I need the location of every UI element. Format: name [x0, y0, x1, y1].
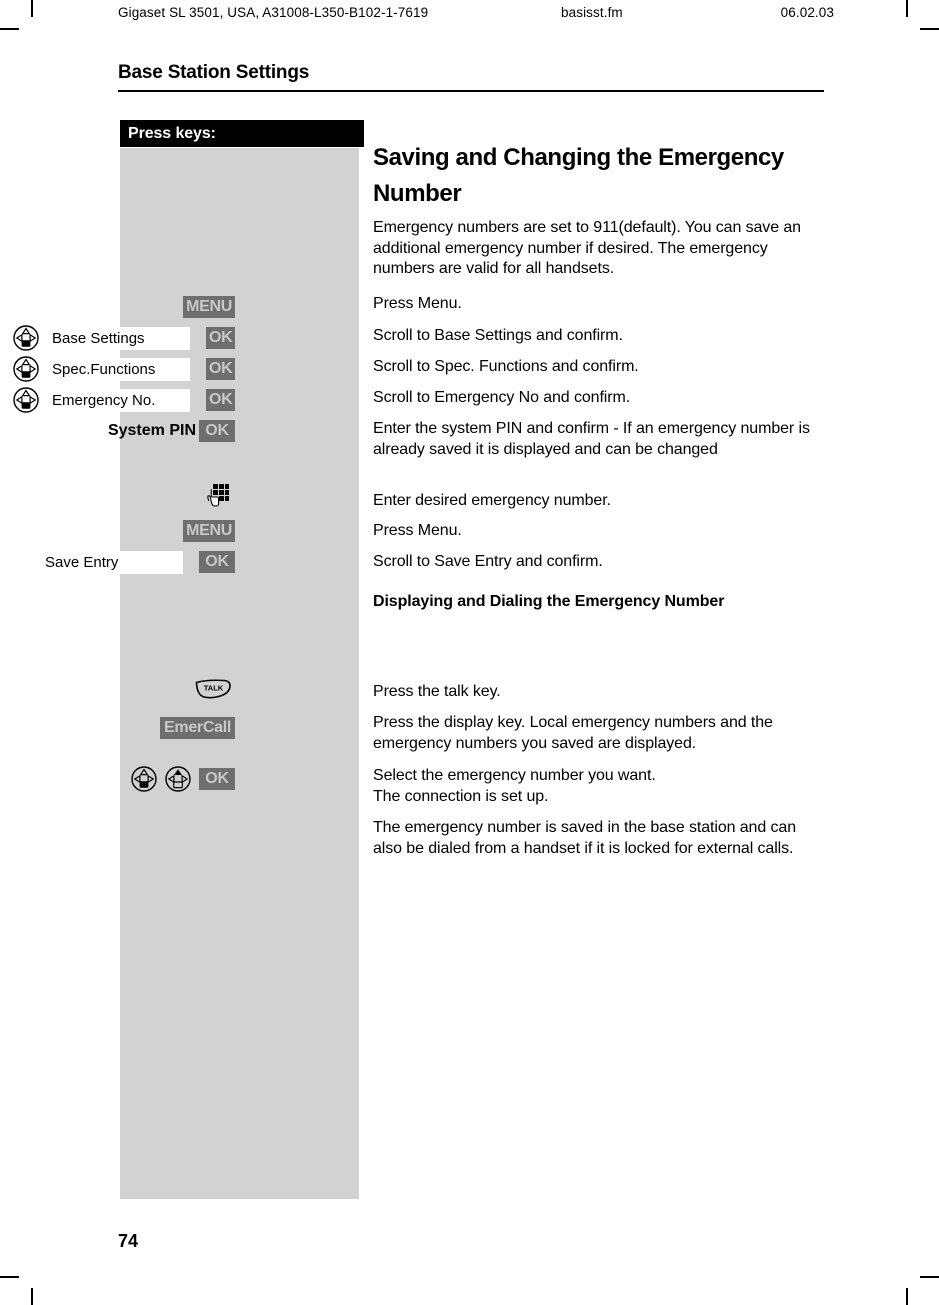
- step-text-press-menu: Press Menu.: [373, 295, 462, 312]
- crop-mark-bottom-right-horizontal: [920, 1276, 939, 1278]
- page-number: 74: [118, 1231, 139, 1251]
- menu-entry-emergency-no[interactable]: Emergency No.: [45, 388, 190, 412]
- keypad-icon[interactable]: [206, 483, 230, 509]
- crop-mark-bottom-right-vertical: [906, 1288, 908, 1305]
- key-row-enter-number: [0, 483, 239, 509]
- key-row-save-entry: Save Entry OK: [0, 549, 239, 575]
- crop-mark-top-left-horizontal: [0, 28, 19, 30]
- system-pin-label: System PIN: [107, 422, 196, 439]
- ok-softkey[interactable]: OK: [199, 551, 235, 573]
- section-heading-displaying: Displaying and Dialing the Emergency Num…: [373, 593, 725, 610]
- ok-softkey[interactable]: OK: [199, 420, 235, 442]
- emercall-softkey[interactable]: EmerCall: [160, 717, 235, 739]
- step-text-enter-number: Enter desired emergency number.: [373, 492, 611, 509]
- key-row-base-settings: Base Settings OK: [0, 325, 239, 351]
- key-row-press-menu: MENU: [0, 294, 239, 320]
- key-row-select-number: OK: [0, 766, 239, 792]
- step-text-saved-in-base: The emergency number is saved in the bas…: [373, 819, 796, 857]
- menu-entry-save-entry[interactable]: Save Entry: [38, 550, 183, 574]
- nav-key-icon[interactable]: [13, 325, 39, 351]
- key-row-press-menu-2: MENU: [0, 518, 239, 544]
- ok-softkey[interactable]: OK: [206, 389, 236, 411]
- step-text-base-settings: Scroll to Base Settings and confirm.: [373, 327, 623, 344]
- crop-mark-top-right-vertical: [906, 0, 908, 17]
- menu-softkey[interactable]: MENU: [183, 520, 235, 542]
- step-text-display-key: Press the display key. Local emergency n…: [373, 714, 773, 752]
- key-row-talk-key: TALK: [0, 678, 239, 704]
- step-text-select-number: Select the emergency number you want. Th…: [373, 767, 656, 805]
- key-row-system-pin: System PIN OK: [0, 418, 239, 444]
- ok-softkey[interactable]: OK: [199, 768, 235, 790]
- main-content: Saving and Changing the Emergency Number…: [373, 140, 825, 280]
- running-head-document-id: Gigaset SL 3501, USA, A31008-L350-B102-1…: [118, 5, 429, 20]
- crop-mark-bottom-left-vertical: [31, 1288, 33, 1305]
- key-row-emergency-no: Emergency No. OK: [0, 387, 239, 413]
- step-text-spec-functions: Scroll to Spec. Functions and confirm.: [373, 358, 639, 375]
- menu-entry-base-settings[interactable]: Base Settings: [45, 326, 190, 350]
- menu-softkey[interactable]: MENU: [183, 296, 235, 318]
- running-head-date: 06.02.03: [780, 5, 834, 20]
- crop-mark-top-right-horizontal: [920, 28, 939, 30]
- nav-key-icon[interactable]: [131, 766, 157, 792]
- chapter-title: Base Station Settings: [118, 62, 310, 83]
- step-text-talk-key: Press the talk key.: [373, 683, 501, 700]
- nav-key-up-icon[interactable]: [165, 766, 191, 792]
- section-heading-saving: Saving and Changing the Emergency Number: [373, 144, 784, 207]
- chapter-title-rule: [118, 90, 824, 92]
- press-keys-header: Press keys:: [120, 120, 364, 147]
- nav-key-icon[interactable]: [13, 387, 39, 413]
- step-text-emergency-no: Scroll to Emergency No and confirm.: [373, 389, 631, 406]
- talk-key-label: TALK: [204, 684, 224, 693]
- ok-softkey[interactable]: OK: [206, 358, 236, 380]
- section-intro-paragraph: Emergency numbers are set to 911(default…: [373, 219, 801, 277]
- nav-key-icon[interactable]: [13, 356, 39, 382]
- key-row-spec-functions: Spec.Functions OK: [0, 356, 239, 382]
- talk-key-icon[interactable]: TALK: [193, 678, 233, 704]
- running-head: Gigaset SL 3501, USA, A31008-L350-B102-1…: [118, 5, 834, 25]
- running-head-filename: basisst.fm: [561, 5, 623, 20]
- step-text-system-pin: Enter the system PIN and confirm - If an…: [373, 420, 810, 458]
- step-text-press-menu-2: Press Menu.: [373, 522, 462, 539]
- ok-softkey[interactable]: OK: [206, 327, 236, 349]
- crop-mark-bottom-left-horizontal: [0, 1276, 19, 1278]
- key-row-emercall: EmerCall: [0, 715, 239, 741]
- menu-entry-spec-functions[interactable]: Spec.Functions: [45, 357, 190, 381]
- crop-mark-top-left-vertical: [31, 0, 33, 17]
- step-text-save-entry: Scroll to Save Entry and confirm.: [373, 553, 603, 570]
